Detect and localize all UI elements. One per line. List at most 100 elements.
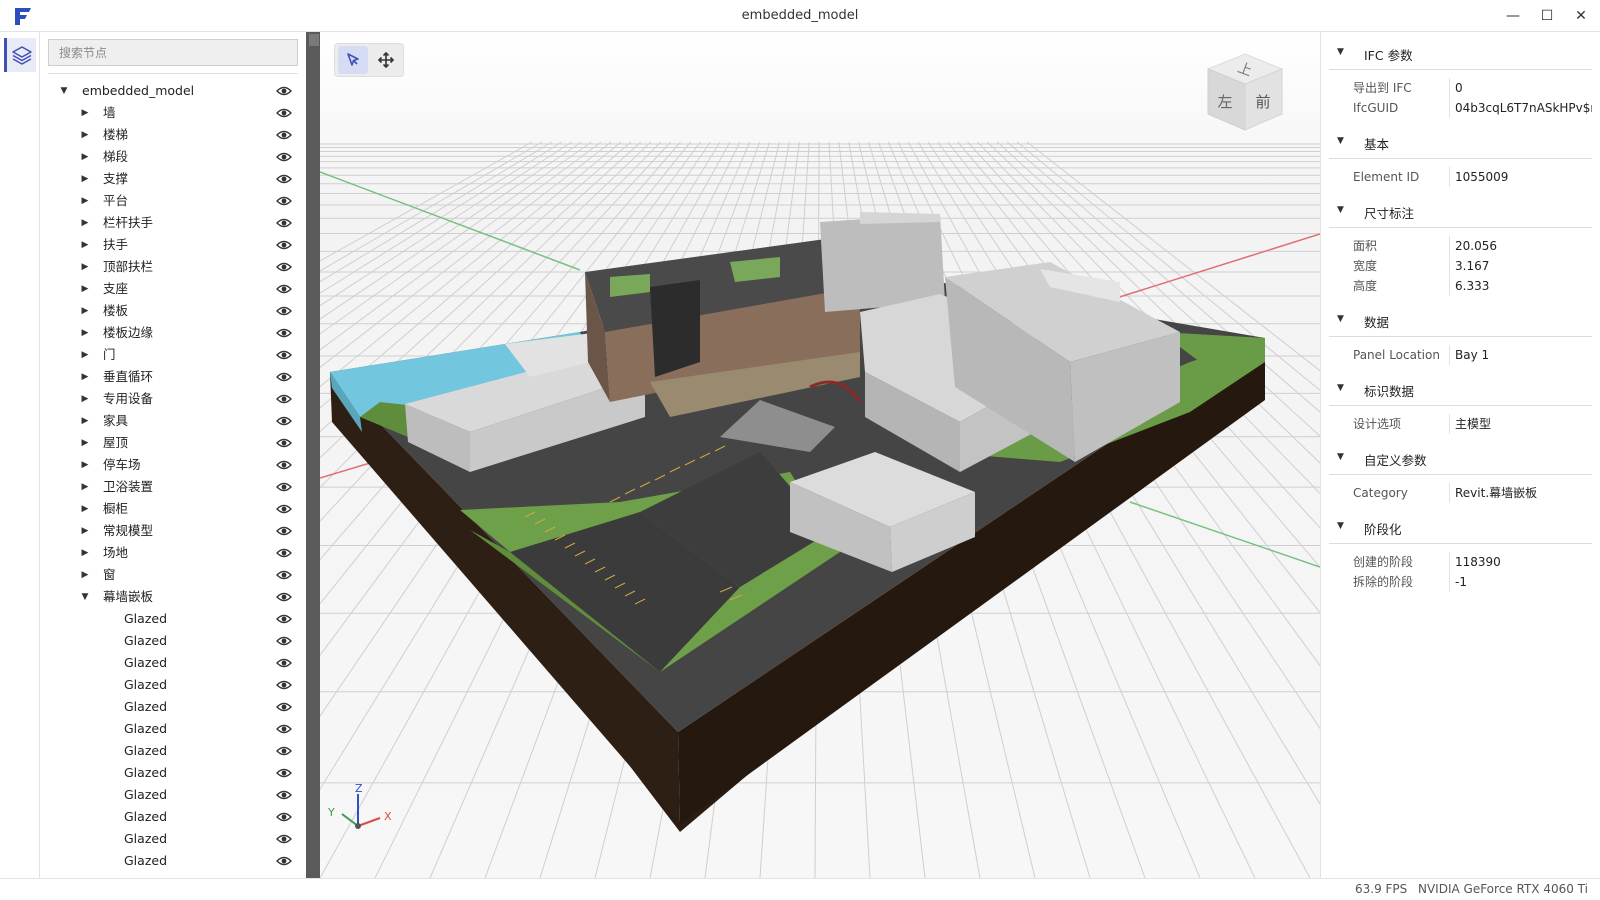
cube-face-left[interactable]: 左 (1217, 93, 1232, 111)
collapse-arrow-icon[interactable]: ▼ (1337, 521, 1344, 531)
visibility-eye-icon[interactable] (276, 766, 292, 780)
visibility-eye-icon[interactable] (276, 150, 292, 164)
collapse-arrow-icon[interactable]: ▼ (1337, 47, 1344, 57)
visibility-eye-icon[interactable] (276, 700, 292, 714)
tree-node-category[interactable]: ▶ 墙 (41, 102, 301, 124)
visibility-eye-icon[interactable] (276, 568, 292, 582)
tree-node-category[interactable]: ▶ 常规模型 (41, 520, 301, 542)
expand-arrow-icon[interactable]: ▶ (79, 344, 91, 366)
visibility-eye-icon[interactable] (276, 788, 292, 802)
pan-tool-button[interactable] (371, 46, 401, 74)
expand-arrow-icon[interactable]: ▶ (79, 322, 91, 344)
tree-node-category[interactable]: ▶ 场地 (41, 542, 301, 564)
tree-node-category[interactable]: ▶ 家具 (41, 410, 301, 432)
tree-node-category[interactable]: ▶ 梯段 (41, 146, 301, 168)
tree-node-category-expanded[interactable]: ▼ 幕墙嵌板 (41, 586, 301, 608)
search-input[interactable] (48, 39, 298, 66)
property-row[interactable]: IfcGUID 04b3cqL6T7nASkHPv$n (1329, 98, 1592, 118)
visibility-eye-icon[interactable] (276, 238, 292, 252)
property-row[interactable]: 高度 6.333 (1329, 276, 1592, 296)
visibility-eye-icon[interactable] (276, 546, 292, 560)
visibility-eye-icon[interactable] (276, 216, 292, 230)
collapse-arrow-icon[interactable]: ▼ (1337, 136, 1344, 146)
property-value[interactable]: 6.333 (1455, 276, 1592, 296)
tree-node-category[interactable]: ▶ 楼板 (41, 300, 301, 322)
property-value[interactable]: 3.167 (1455, 256, 1592, 276)
tree-node-element[interactable]: Glazed (41, 652, 301, 674)
expand-arrow-icon[interactable]: ▶ (79, 476, 91, 498)
expand-arrow-icon[interactable]: ▶ (79, 432, 91, 454)
expand-arrow-icon[interactable]: ▶ (79, 278, 91, 300)
expand-arrow-icon[interactable]: ▶ (79, 542, 91, 564)
property-value[interactable]: -1 (1455, 572, 1592, 592)
property-row[interactable]: 宽度 3.167 (1329, 256, 1592, 276)
collapse-arrow-icon[interactable]: ▼ (1337, 383, 1344, 393)
property-row[interactable]: 拆除的阶段 -1 (1329, 572, 1592, 592)
scrollbar-thumb[interactable] (309, 34, 319, 46)
expand-arrow-icon[interactable]: ▶ (79, 454, 91, 476)
view-cube[interactable]: 上 左 前 (1200, 52, 1290, 142)
tree-node-category[interactable]: ▶ 停车场 (41, 454, 301, 476)
expand-arrow-icon[interactable]: ▶ (79, 190, 91, 212)
tree-node-root[interactable]: ▼ embedded_model (41, 80, 301, 102)
cube-face-front[interactable]: 前 (1255, 93, 1270, 111)
expand-arrow-icon[interactable]: ▶ (79, 124, 91, 146)
property-group-data[interactable]: ▼ 数据 (1329, 304, 1592, 337)
tree-node-element[interactable]: Glazed (41, 674, 301, 696)
expand-arrow-icon[interactable]: ▶ (79, 520, 91, 542)
tree-node-element[interactable]: Glazed (41, 630, 301, 652)
property-value[interactable]: 04b3cqL6T7nASkHPv$n (1455, 98, 1592, 118)
property-value[interactable]: Bay 1 (1455, 345, 1592, 365)
panel-splitter[interactable] (306, 32, 320, 878)
visibility-eye-icon[interactable] (276, 744, 292, 758)
tree-node-category[interactable]: ▶ 平台 (41, 190, 301, 212)
visibility-eye-icon[interactable] (276, 656, 292, 670)
visibility-eye-icon[interactable] (276, 282, 292, 296)
property-row[interactable]: 创建的阶段 118390 (1329, 552, 1592, 572)
property-row[interactable]: 导出到 IFC 0 (1329, 78, 1592, 98)
scene-canvas[interactable] (320, 32, 1320, 878)
property-group-phasing[interactable]: ▼ 阶段化 (1329, 511, 1592, 544)
property-row[interactable]: Element ID 1055009 (1329, 167, 1592, 187)
tree-node-element[interactable]: Glazed (41, 850, 301, 872)
tree-node-element[interactable]: Glazed (41, 828, 301, 850)
tree-node-category[interactable]: ▶ 顶部扶栏 (41, 256, 301, 278)
expand-arrow-icon[interactable]: ▶ (79, 234, 91, 256)
property-value[interactable]: 20.056 (1455, 236, 1592, 256)
close-button[interactable]: ✕ (1564, 0, 1598, 32)
visibility-eye-icon[interactable] (276, 194, 292, 208)
property-group-basic[interactable]: ▼ 基本 (1329, 126, 1592, 159)
tree-node-category[interactable]: ▶ 橱柜 (41, 498, 301, 520)
select-tool-button[interactable] (338, 46, 368, 74)
tree-node-category[interactable]: ▶ 支座 (41, 278, 301, 300)
expand-arrow-icon[interactable]: ▶ (79, 146, 91, 168)
visibility-eye-icon[interactable] (276, 106, 292, 120)
property-group-dimensions[interactable]: ▼ 尺寸标注 (1329, 195, 1592, 228)
tree-node-category[interactable]: ▶ 楼梯 (41, 124, 301, 146)
tree-node-element[interactable]: Glazed (41, 762, 301, 784)
tree-node-category[interactable]: ▶ 窗 (41, 564, 301, 586)
expand-arrow-icon[interactable]: ▶ (79, 168, 91, 190)
visibility-eye-icon[interactable] (276, 304, 292, 318)
3d-viewport[interactable]: 上 左 前 Z X Y (320, 32, 1320, 878)
visibility-eye-icon[interactable] (276, 810, 292, 824)
expand-arrow-icon[interactable]: ▶ (79, 410, 91, 432)
visibility-eye-icon[interactable] (276, 854, 292, 868)
collapse-arrow-icon[interactable]: ▼ (1337, 452, 1344, 462)
visibility-eye-icon[interactable] (276, 84, 292, 98)
property-value[interactable]: 主模型 (1455, 414, 1592, 434)
maximize-button[interactable]: ☐ (1530, 0, 1564, 32)
tree-node-element[interactable]: Glazed (41, 740, 301, 762)
layers-button[interactable] (4, 38, 36, 72)
collapse-arrow-icon[interactable]: ▼ (58, 80, 70, 102)
visibility-eye-icon[interactable] (276, 128, 292, 142)
expand-arrow-icon[interactable]: ▶ (79, 388, 91, 410)
visibility-eye-icon[interactable] (276, 722, 292, 736)
tree-node-category[interactable]: ▶ 门 (41, 344, 301, 366)
expand-arrow-icon[interactable]: ▶ (79, 102, 91, 124)
property-group-custom[interactable]: ▼ 自定义参数 (1329, 442, 1592, 475)
expand-arrow-icon[interactable]: ▶ (79, 498, 91, 520)
visibility-eye-icon[interactable] (276, 326, 292, 340)
collapse-arrow-icon[interactable]: ▼ (1337, 205, 1344, 215)
tree-node-element[interactable]: Glazed (41, 784, 301, 806)
